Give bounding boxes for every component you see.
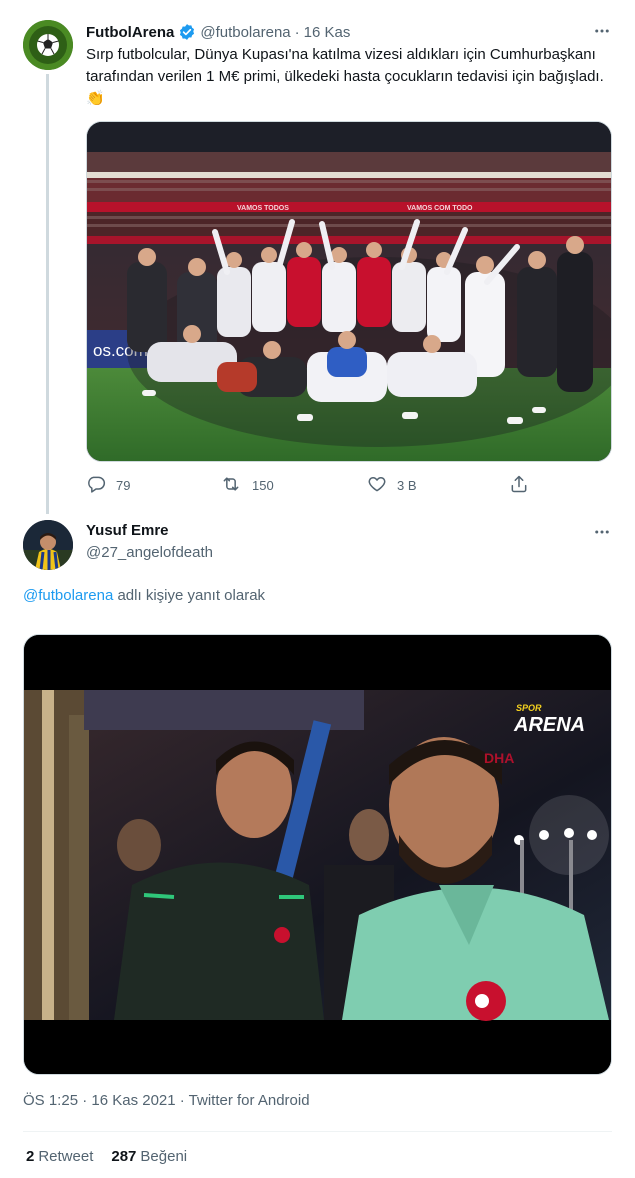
retweet-stat-count: 2: [26, 1148, 35, 1165]
reply-timestamp[interactable]: ÖS 1:25 · 16 Kas 2021 · Twitter for Andr…: [23, 1092, 310, 1109]
reply-stats: 2 Retweet 287 Beğeni: [26, 1148, 187, 1165]
share-action[interactable]: [509, 472, 539, 498]
tweet-text: Sırp futbolcular, Dünya Kupası'na katılm…: [86, 46, 604, 107]
banner-text-left: VAMOS TODOS: [237, 205, 289, 212]
verified-badge-icon: [178, 23, 196, 41]
retweet-action[interactable]: 150: [220, 472, 274, 498]
reply-author-handle[interactable]: @27_angelofdeath: [86, 544, 213, 561]
share-icon[interactable]: [509, 474, 539, 497]
like-count: 3 B: [397, 477, 417, 493]
tweet-photo[interactable]: VAMOS TODOS VAMOS COM TODO os.com: [86, 121, 612, 462]
retweet-icon[interactable]: [220, 474, 252, 497]
separator-dot: ·: [294, 23, 300, 41]
retweet-stat[interactable]: 2 Retweet: [26, 1148, 93, 1165]
futbolarena-avatar[interactable]: [23, 20, 73, 70]
tweet-futbolarena: FutbolArena @futbolarena · 16 Kas Sırp f…: [0, 0, 635, 514]
video-logo-bottom: ARENA: [513, 714, 585, 736]
reply-more-icon[interactable]: [587, 523, 617, 543]
reply-action[interactable]: 79: [86, 472, 130, 498]
like-icon[interactable]: [367, 474, 397, 497]
author-name[interactable]: FutbolArena: [86, 24, 174, 41]
reply-video[interactable]: SPOR ARENA DHA: [23, 634, 612, 1075]
video-watermark: DHA: [484, 750, 514, 766]
reply-icon[interactable]: [86, 474, 116, 497]
like-stat[interactable]: 287 Beğeni: [111, 1148, 187, 1165]
retweet-count: 150: [252, 477, 274, 493]
video-logo-top: SPOR: [516, 703, 542, 713]
divider: [23, 1131, 612, 1132]
more-icon[interactable]: [587, 22, 617, 42]
thread-connector-line: [46, 74, 49, 514]
tweet-date[interactable]: 16 Kas: [304, 24, 351, 41]
reply-count: 79: [116, 477, 131, 493]
like-stat-count: 287: [111, 1148, 137, 1165]
tweet-actions: 79 150 3 B: [86, 472, 606, 498]
replying-to-line: @futbolarena adlı kişiye yanıt olarak: [23, 587, 265, 604]
banner-text-right: VAMOS COM TODO: [407, 205, 473, 212]
like-stat-label: Beğeni: [140, 1148, 188, 1165]
yusufemre-avatar[interactable]: [23, 520, 73, 570]
retweet-stat-label: Retweet: [38, 1148, 94, 1165]
author-handle[interactable]: @futbolarena: [200, 24, 290, 41]
tweet-header: FutbolArena @futbolarena · 16 Kas: [86, 22, 350, 42]
reply-to-label: adlı kişiye yanıt olarak: [113, 587, 266, 604]
reply-mention-link[interactable]: @futbolarena: [23, 587, 113, 604]
reply-author-name[interactable]: Yusuf Emre: [86, 522, 169, 539]
like-action[interactable]: 3 B: [367, 472, 417, 498]
